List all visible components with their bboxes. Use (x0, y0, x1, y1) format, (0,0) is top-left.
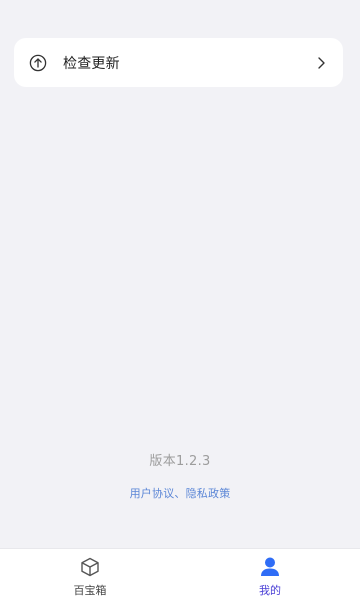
user-agreement-privacy-policy-link[interactable]: 用户协议、隐私政策 (130, 487, 231, 500)
tab-toolbox[interactable]: 百宝箱 (0, 549, 180, 600)
user-icon (258, 555, 282, 579)
version-text: 版本1.2.3 (149, 454, 211, 469)
arrow-up-circle-icon (28, 53, 48, 73)
check-update-menu-item[interactable]: 检查更新 (14, 38, 343, 87)
tab-mine[interactable]: 我的 (180, 549, 360, 600)
cube-icon (78, 555, 102, 579)
tab-toolbox-label: 百宝箱 (73, 584, 107, 597)
bottom-tab-bar: 百宝箱 我的 (0, 548, 360, 600)
tab-mine-label: 我的 (259, 584, 281, 597)
legal-links[interactable]: 用户协议、隐私政策 (0, 485, 360, 501)
app-root: 检查更新 版本1.2.3 用户协议、隐私政策 百宝箱 我的 (0, 0, 360, 600)
chevron-right-icon (315, 55, 327, 71)
check-update-label: 检查更新 (63, 55, 120, 72)
